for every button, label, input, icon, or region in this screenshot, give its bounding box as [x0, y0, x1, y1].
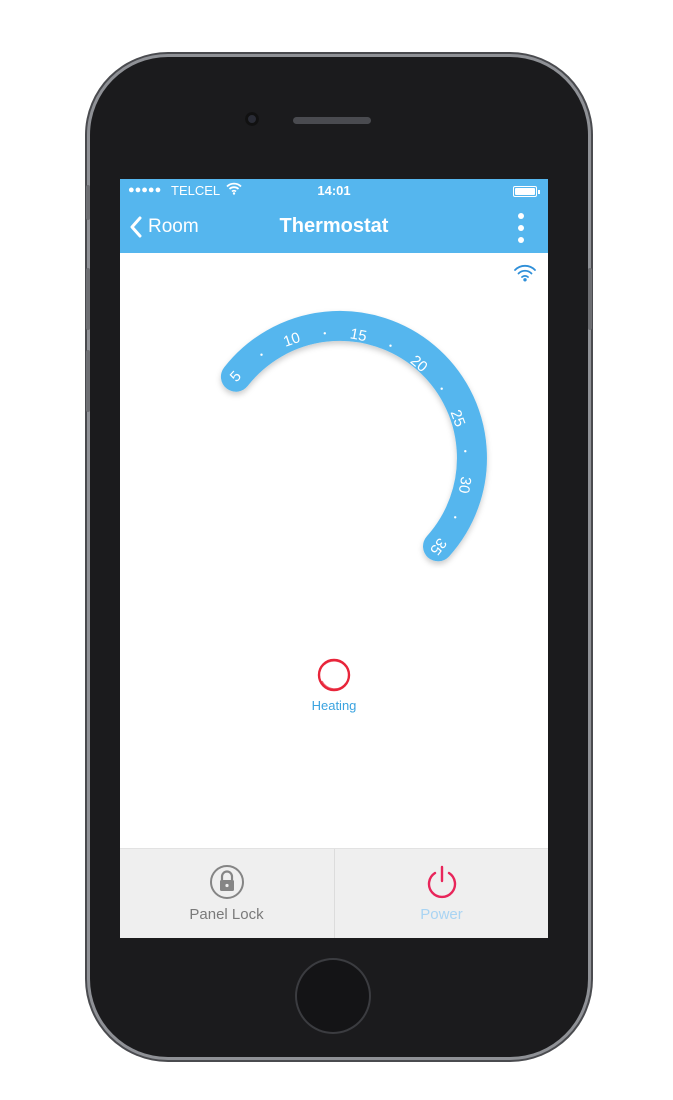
page-title: Thermostat — [279, 215, 389, 237]
volume-up-button — [86, 268, 90, 330]
power-button[interactable]: Power — [334, 849, 548, 938]
panel-lock-button[interactable]: Panel Lock — [120, 849, 333, 938]
dial-tick-dot — [389, 344, 392, 347]
dial-track — [220, 310, 487, 562]
navigation-bar: Room Thermostat — [120, 201, 548, 253]
more-dot — [518, 225, 524, 231]
front-camera — [245, 112, 259, 126]
home-button[interactable] — [297, 960, 369, 1032]
sleep-wake-button — [588, 268, 592, 330]
lock-icon — [209, 865, 244, 899]
app-screen: ●●●●● TELCEL 14:01 Room Thermostat 5 10 … — [120, 179, 548, 938]
bottom-toolbar: Panel Lock Power — [120, 848, 548, 938]
status-bar: ●●●●● TELCEL 14:01 — [120, 179, 548, 201]
panel-lock-label: Panel Lock — [189, 906, 264, 923]
dial-tick-label: 30 — [455, 475, 474, 494]
dial-tick-dot — [464, 450, 467, 453]
volume-down-button — [86, 350, 90, 412]
power-icon — [427, 865, 456, 899]
earpiece-speaker — [293, 117, 371, 124]
more-options-button[interactable] — [512, 211, 530, 245]
dial-tick-dot — [323, 332, 326, 335]
heating-ring-icon — [317, 658, 351, 692]
mode-indicator[interactable]: Heating — [270, 657, 398, 713]
more-dot — [518, 237, 524, 243]
power-label: Power — [420, 906, 463, 923]
dial-tick-label: 15 — [349, 325, 369, 345]
dial-tick-dot — [440, 387, 443, 390]
mode-label: Heating — [311, 698, 357, 713]
battery-icon — [513, 186, 540, 197]
mute-switch — [86, 185, 90, 220]
dial-tick-dot — [454, 516, 457, 519]
more-dot — [518, 213, 524, 219]
temperature-dial[interactable]: 510 1520253035 — [120, 253, 548, 583]
clock-time: 14:01 — [317, 183, 351, 198]
dial-tick-dot — [260, 353, 263, 356]
